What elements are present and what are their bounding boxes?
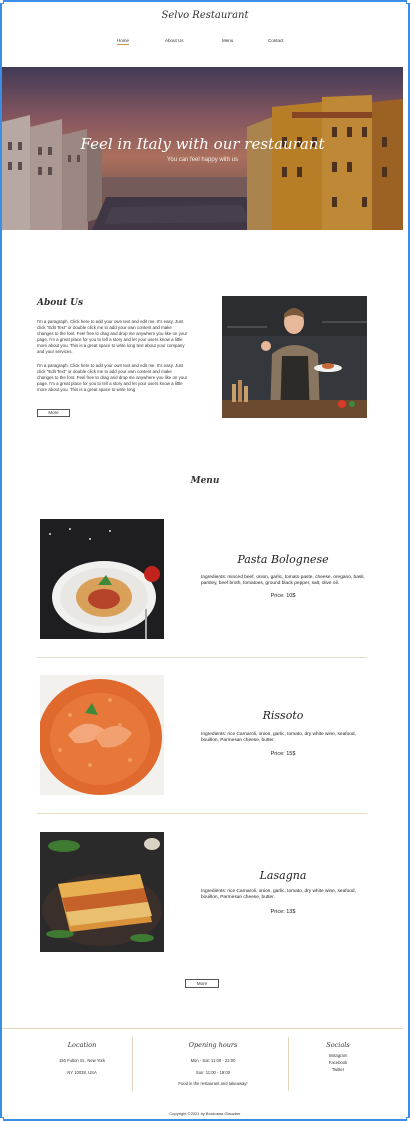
menu-title: Menu [190,476,220,486]
lasagna-image [40,832,164,952]
social-link-twitter[interactable]: Twitter [300,1067,376,1072]
menu-divider [37,657,367,658]
footer-hours-title: Opening hours [188,1041,238,1049]
hero-subtitle: You can feel happy with us [166,157,239,163]
about-more-button[interactable]: More [37,409,70,417]
copyright: Copyright ©2021 by Bordoana Glauzber [169,1111,241,1116]
nav-menu[interactable]: Menu [222,38,233,43]
menu-more-button[interactable]: More [185,979,219,988]
footer-address-line: NY 10038, USA [67,1070,97,1075]
frame-handle[interactable] [406,1117,410,1121]
dish-price: Price: 10$ [270,593,296,599]
hero-banner: Feel in Italy with our restaurant You ca… [2,67,403,230]
dish-name: Lasagna [259,869,307,882]
chef-image [222,296,367,418]
footer-location-title: Location [67,1041,97,1049]
nav-contact[interactable]: Contact [268,38,284,43]
dish-ingredients: Ingredients: rice Carnaroli, onion, garl… [201,732,356,744]
footer-hours-line: Mon - Sat: 11:00 - 22:00 [190,1058,236,1063]
brand-logo[interactable]: Selvo Restaurant [0,10,410,21]
about-paragraph: I'm a paragraph. Click here to add your … [37,319,188,354]
social-link-facebook[interactable]: Facebook [300,1060,376,1065]
footer-column-divider [132,1037,133,1091]
dish-ingredients: Ingredients: rice Carnaroli, onion, garl… [201,889,356,901]
menu-divider [37,813,367,814]
frame-handle[interactable] [0,0,4,4]
footer-socials-title: Socials [326,1041,350,1049]
dish-ingredients: Ingredients: minced beef, onion, garlic,… [201,575,365,587]
about-paragraph: I'm a paragraph. Click here to add your … [37,363,188,392]
dish-name: Pasta Bolognese [237,553,329,566]
social-link-instagram[interactable]: Instagram [300,1053,376,1058]
footer-address-line: 150 Fulton St., New York [58,1058,106,1063]
rissoto-image [40,675,164,795]
nav-home[interactable]: Home [117,38,130,45]
dish-price: Price: 13$ [270,909,296,915]
about-title: About Us [37,298,84,308]
footer-divider [2,1028,403,1029]
frame-handle[interactable] [0,1117,4,1121]
chef-photo [222,296,367,418]
frame-handle[interactable] [406,0,410,4]
footer-hours-note: Food in the restaurant and takeaway! [178,1081,248,1086]
dish-price: Price: 15$ [270,751,296,757]
footer-column-divider [288,1037,289,1091]
hero-title: Feel in Italy with our restaurant [80,135,325,153]
nav-about-us[interactable]: About Us [165,38,184,43]
main-nav: Home About Us Menu Contact [0,38,410,50]
pasta-bolognese-image [40,519,164,639]
footer-hours-line: Sun: 11:00 - 19:00 [195,1070,231,1075]
dish-name: Rissoto [262,709,304,722]
dish-image [40,675,164,795]
dish-image [40,519,164,639]
dish-image [40,832,164,952]
